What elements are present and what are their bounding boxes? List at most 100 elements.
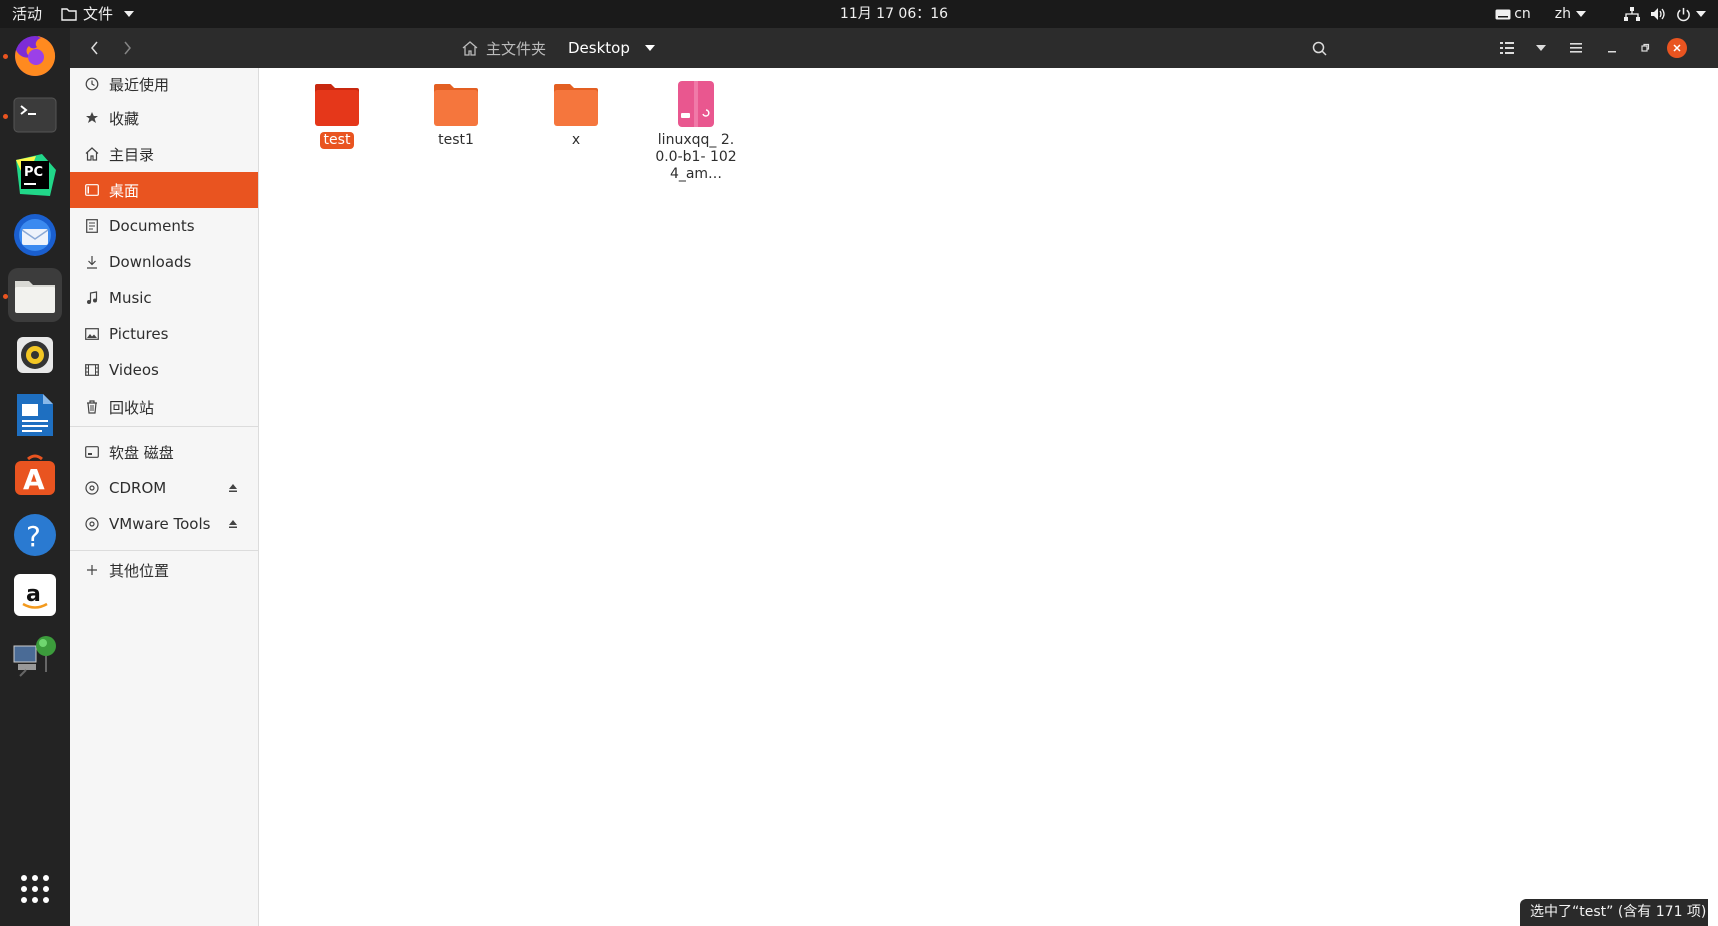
trash-icon (84, 399, 100, 415)
pycharm-icon: PC (16, 154, 56, 196)
keyboard-indicator[interactable]: cn (1495, 0, 1531, 28)
minimize-icon (1608, 51, 1616, 53)
sidebar-item-recent[interactable]: 最近使用 (70, 66, 258, 102)
top-bar: 活动 文件 11月 17 06：16 cn zh (0, 0, 1718, 28)
svg-text:PC: PC (24, 165, 43, 180)
file-view[interactable]: test test1 x linuxqq_ 2.0.0-b1- 1024_am… (260, 68, 1718, 926)
sidebar-item-label: 最近使用 (109, 75, 170, 94)
sidebar-item-downloads[interactable]: Downloads (70, 244, 258, 280)
document-icon (84, 218, 100, 234)
input-method-indicator[interactable]: zh (1555, 0, 1586, 28)
dock-writer[interactable] (8, 388, 62, 442)
sidebar-item-cdrom[interactable]: CDROM (70, 470, 258, 506)
sidebar-item-trash[interactable]: 回收站 (70, 389, 258, 425)
power-icon (1677, 7, 1690, 21)
list-view-icon (1500, 42, 1514, 54)
picture-icon (84, 326, 100, 342)
sidebar-item-pictures[interactable]: Pictures (70, 316, 258, 352)
keyboard-label: cn (1514, 6, 1531, 22)
sidebar-item-label: VMware Tools (109, 515, 211, 533)
chevron-down-icon (1536, 45, 1546, 51)
sidebar-item-home[interactable]: 主目录 (70, 136, 258, 172)
app-grid-icon (21, 875, 49, 903)
clock[interactable]: 11月 17 06：16 (0, 0, 1718, 28)
sidebar-item-label: Documents (109, 217, 195, 235)
chevron-down-icon (1576, 11, 1586, 17)
dock: PC A ? a (0, 28, 70, 926)
volume-icon[interactable] (1650, 7, 1666, 21)
plus-icon (84, 562, 100, 578)
sidebar-item-label: Pictures (109, 325, 169, 343)
rhythmbox-icon (17, 337, 53, 373)
file-item[interactable]: x (521, 74, 631, 149)
dock-ubuntu-software[interactable]: A (8, 448, 62, 502)
sidebar-item-label: Videos (109, 361, 159, 379)
star-icon (84, 110, 100, 126)
files-icon (15, 281, 55, 313)
sidebar-item-label: 回收站 (109, 398, 155, 417)
list-view-button[interactable] (1492, 28, 1522, 68)
video-icon (84, 362, 100, 378)
disc-icon (84, 480, 100, 496)
dock-pycharm[interactable]: PC (8, 148, 62, 202)
clock-icon (84, 76, 100, 92)
music-icon (84, 290, 100, 306)
close-icon (1667, 38, 1687, 58)
dock-amazon[interactable]: a (8, 568, 62, 622)
file-item[interactable]: test (282, 74, 392, 149)
sidebar-item-vmware-tools[interactable]: VMware Tools (70, 506, 258, 542)
chevron-down-icon (1696, 11, 1706, 17)
sidebar-item-label: 软盘 磁盘 (109, 443, 174, 462)
restore-icon (1641, 43, 1650, 52)
maximize-button[interactable] (1631, 28, 1659, 68)
main-menu-button[interactable] (1561, 28, 1591, 68)
desktop-icon (84, 182, 100, 198)
breadcrumb-current[interactable]: Desktop (568, 28, 655, 68)
file-name: x (571, 132, 581, 148)
sidebar-item-starred[interactable]: 收藏 (70, 100, 258, 136)
search-button[interactable] (1304, 28, 1334, 68)
file-name: test (319, 132, 355, 149)
sidebar-item-desktop[interactable]: 桌面 (70, 172, 258, 208)
sidebar-item-videos[interactable]: Videos (70, 352, 258, 388)
home-icon (84, 146, 100, 162)
sidebar-item-documents[interactable]: Documents (70, 208, 258, 244)
keyboard-icon (1495, 9, 1511, 19)
power-menu[interactable] (1676, 7, 1706, 22)
eject-icon[interactable] (228, 479, 238, 497)
dock-rhythmbox[interactable] (8, 328, 62, 382)
sidebar-item-other-locations[interactable]: 其他位置 (70, 552, 258, 588)
sidebar-item-label: Music (109, 289, 152, 307)
folder-icon (552, 74, 600, 128)
dock-files[interactable] (8, 268, 62, 322)
writer-icon (17, 394, 53, 436)
forward-button[interactable] (112, 28, 142, 68)
file-item[interactable]: test1 (401, 74, 511, 149)
dock-help[interactable]: ? (8, 508, 62, 562)
header-bar: 主文件夹 Desktop (70, 28, 1718, 68)
dock-thunderbird[interactable] (8, 208, 62, 262)
close-button[interactable] (1663, 28, 1691, 68)
sidebar-item-music[interactable]: Music (70, 280, 258, 316)
chevron-left-icon (91, 41, 98, 55)
dock-firefox[interactable] (8, 28, 62, 82)
amazon-icon: a (14, 574, 56, 616)
eject-icon[interactable] (228, 515, 238, 533)
file-item[interactable]: linuxqq_ 2.0.0-b1- 1024_am… (641, 74, 751, 183)
chevron-right-icon (124, 41, 131, 55)
svg-text:?: ? (26, 520, 41, 553)
help-icon: ? (14, 514, 56, 556)
network-icon[interactable] (1624, 7, 1640, 21)
back-button[interactable] (80, 28, 110, 68)
search-icon (1312, 41, 1327, 56)
dock-remote-desktop[interactable] (8, 628, 62, 682)
view-options-button[interactable] (1526, 28, 1556, 68)
minimize-button[interactable] (1598, 28, 1626, 68)
breadcrumb-home[interactable]: 主文件夹 (462, 28, 546, 68)
sidebar-item-floppy[interactable]: 软盘 磁盘 (70, 434, 258, 470)
sidebar-item-label: CDROM (109, 479, 167, 497)
svg-text:A: A (23, 463, 45, 496)
places-sidebar: 最近使用 收藏 主目录 桌面 Documents Downloads Music… (70, 68, 259, 926)
dock-terminal[interactable] (8, 88, 62, 142)
show-applications-button[interactable] (8, 862, 62, 916)
